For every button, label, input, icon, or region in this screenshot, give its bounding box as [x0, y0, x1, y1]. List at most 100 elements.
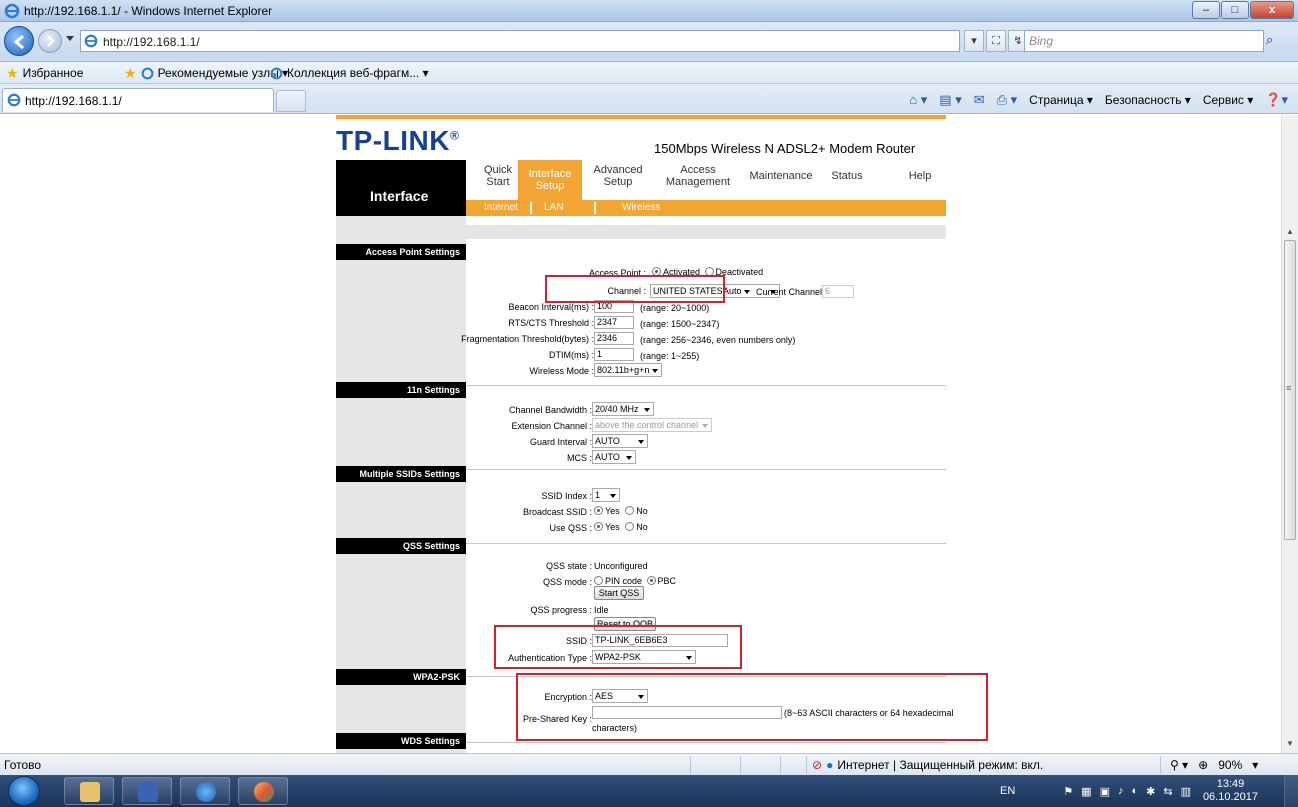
yes-label: Yes [605, 506, 620, 516]
taskbar-explorer[interactable] [64, 777, 114, 805]
brand-stripe [336, 115, 946, 119]
tray-antivirus-icon[interactable]: ✱ [1146, 785, 1155, 798]
tray-sync-icon[interactable]: ◐ [1131, 785, 1138, 797]
wireless-mode-select[interactable]: 802.11b+g+n [594, 363, 662, 377]
qss-state-value: Unconfigured [594, 561, 648, 571]
show-desktop-button[interactable] [1284, 775, 1298, 807]
zoom-control[interactable]: ⚲ ▾ ⊕ 90% ▾ [1170, 758, 1258, 772]
use-qss-yes-radio[interactable] [594, 522, 603, 531]
tray-flag-icon[interactable]: ⚑ [1063, 785, 1073, 798]
zoom-level[interactable]: 90% [1218, 758, 1242, 772]
favorites-bar: ★ Избранное ★ Рекомендуемые узлы ▾ Колле… [0, 62, 1298, 84]
minimize-button[interactable]: – [1192, 1, 1220, 19]
taskbar-paint[interactable] [238, 777, 288, 805]
feeds-icon[interactable]: ▤ ▾ [939, 92, 961, 108]
status-bar: Готово ⊘ ● Интернет | Защищенный режим: … [0, 753, 1298, 775]
menu-interface-setup[interactable]: Interface Setup [518, 160, 582, 200]
tools-menu[interactable]: Сервис ▾ [1203, 93, 1253, 107]
broadcast-yes-radio[interactable] [594, 506, 603, 515]
scroll-up-icon[interactable]: ▲ [1286, 227, 1294, 236]
fragmentation-label: Fragmentation Threshold(bytes) : [461, 334, 594, 344]
notifications-icon[interactable]: ⚲ ▾ [1170, 758, 1188, 772]
history-dropdown-icon[interactable] [66, 36, 74, 41]
menu-maintenance[interactable]: Maintenance [742, 170, 820, 182]
beacon-interval-label: Beacon Interval(ms) : [508, 302, 594, 312]
address-dropdown-button[interactable]: ▾ [964, 30, 984, 52]
menu-access-management[interactable]: Access Management [660, 164, 736, 188]
tray-app-icon[interactable]: ▦ [1081, 785, 1091, 798]
ssid-index-select[interactable]: 1 [592, 488, 620, 502]
menu-help[interactable]: Help [900, 170, 940, 182]
menu-status[interactable]: Status [826, 170, 868, 182]
suggested-sites-link[interactable]: ★ Рекомендуемые узлы ▾ [124, 66, 288, 80]
broadcast-ssid-radios: Yes No [594, 506, 648, 516]
submenu-internet[interactable]: Internet [484, 202, 518, 213]
home-icon[interactable]: ⌂ ▾ [909, 92, 927, 108]
tray-update-icon[interactable]: ⇆ [1163, 785, 1172, 798]
back-button[interactable] [4, 26, 34, 56]
favorites-button[interactable]: ★ Избранное [6, 66, 83, 80]
pin-code-radio[interactable] [594, 576, 603, 585]
help-icon[interactable]: ❓▾ [1265, 92, 1288, 108]
tab-router[interactable]: http://192.168.1.1/ [2, 88, 274, 112]
rts-threshold-field[interactable]: 2347 [594, 316, 634, 329]
wds-settings-header: WDS Settings [336, 733, 466, 749]
forward-button[interactable] [38, 29, 62, 53]
taskbar-ie[interactable] [180, 777, 230, 805]
ie-icon [4, 3, 20, 19]
search-input[interactable]: Bing [1029, 34, 1053, 48]
search-icon[interactable]: ⌕ [1266, 32, 1273, 48]
broadcast-no-radio[interactable] [625, 506, 635, 515]
dtim-label: DTIM(ms) : [549, 350, 594, 360]
search-box[interactable]: Bing [1024, 30, 1264, 52]
safety-menu[interactable]: Безопасность ▾ [1105, 93, 1191, 107]
channel-bandwidth-select[interactable]: 20/40 MHz [592, 402, 654, 416]
submenu-wireless[interactable]: Wireless [622, 202, 660, 213]
page-ie-icon [84, 34, 98, 48]
section-title-box: Interface [336, 160, 466, 216]
back-arrow-icon [13, 34, 24, 50]
web-slice-gallery-link[interactable]: Коллекция веб-фрагм... ▾ [270, 66, 429, 80]
compatibility-view-button[interactable]: ⛶ [986, 30, 1006, 52]
start-qss-button[interactable]: Start QSS [594, 586, 644, 600]
address-bar[interactable]: http://192.168.1.1/ [80, 30, 960, 52]
address-url[interactable]: http://192.168.1.1/ [103, 35, 200, 49]
chevron-down-icon[interactable]: ▾ [1252, 758, 1258, 772]
print-icon[interactable]: ⎙ ▾ [997, 92, 1018, 108]
tray-display-icon[interactable]: ▥ [1181, 785, 1191, 798]
start-button[interactable] [8, 776, 40, 806]
guard-interval-select[interactable]: AUTO [592, 434, 648, 448]
pbc-radio[interactable] [646, 576, 656, 585]
ssid-auth-highlight-box [494, 625, 742, 669]
current-channel-label: Current Channel: [756, 287, 825, 297]
taskbar-word[interactable] [122, 777, 172, 805]
security-zone[interactable]: ⊘ ● Интернет | Защищенный режим: вкл. [812, 758, 1043, 772]
vertical-scrollbar[interactable]: ▲ ≡ ▼ [1281, 115, 1298, 753]
page-menu[interactable]: Страница ▾ [1029, 93, 1093, 107]
language-indicator[interactable]: EN [1000, 785, 1015, 797]
volume-icon[interactable]: ♪ [1118, 785, 1124, 797]
main-menu: Quick Start Interface Setup Advanced Setup … [466, 160, 946, 200]
mcs-select[interactable]: AUTO [592, 450, 636, 464]
maximize-button[interactable]: □ [1221, 1, 1249, 19]
channel-select[interactable]: Auto [720, 284, 754, 298]
use-qss-no-radio[interactable] [625, 522, 635, 531]
command-bar: ⌂ ▾ ▤ ▾ ✉ ⎙ ▾ Страница ▾ Безопасность ▾ … [909, 92, 1288, 108]
fragmentation-field[interactable]: 2346 [594, 332, 634, 345]
new-tab-button[interactable] [276, 90, 306, 112]
qss-progress-value: Idle [594, 605, 609, 615]
channel-bandwidth-label: Channel Bandwidth : [508, 405, 592, 415]
chevron-down-icon [744, 290, 750, 294]
tray-network-icon[interactable]: ▣ [1100, 785, 1110, 798]
scroll-down-icon[interactable]: ▼ [1286, 739, 1294, 748]
mail-icon[interactable]: ✉ [974, 92, 985, 108]
submenu-lan[interactable]: LAN [544, 202, 563, 213]
dtim-field[interactable]: 1 [594, 348, 634, 361]
menu-advanced-setup[interactable]: Advanced Setup [588, 164, 648, 188]
menu-quick-start[interactable]: Quick Start [480, 164, 516, 188]
close-button[interactable]: x [1250, 1, 1294, 19]
chevron-down-icon [644, 408, 650, 412]
window-title: http://192.168.1.1/ - Windows Internet E… [24, 4, 273, 18]
blocked-icon: ⊘ [812, 758, 823, 772]
clock[interactable]: 13:49 06.10.2017 [1203, 778, 1258, 804]
